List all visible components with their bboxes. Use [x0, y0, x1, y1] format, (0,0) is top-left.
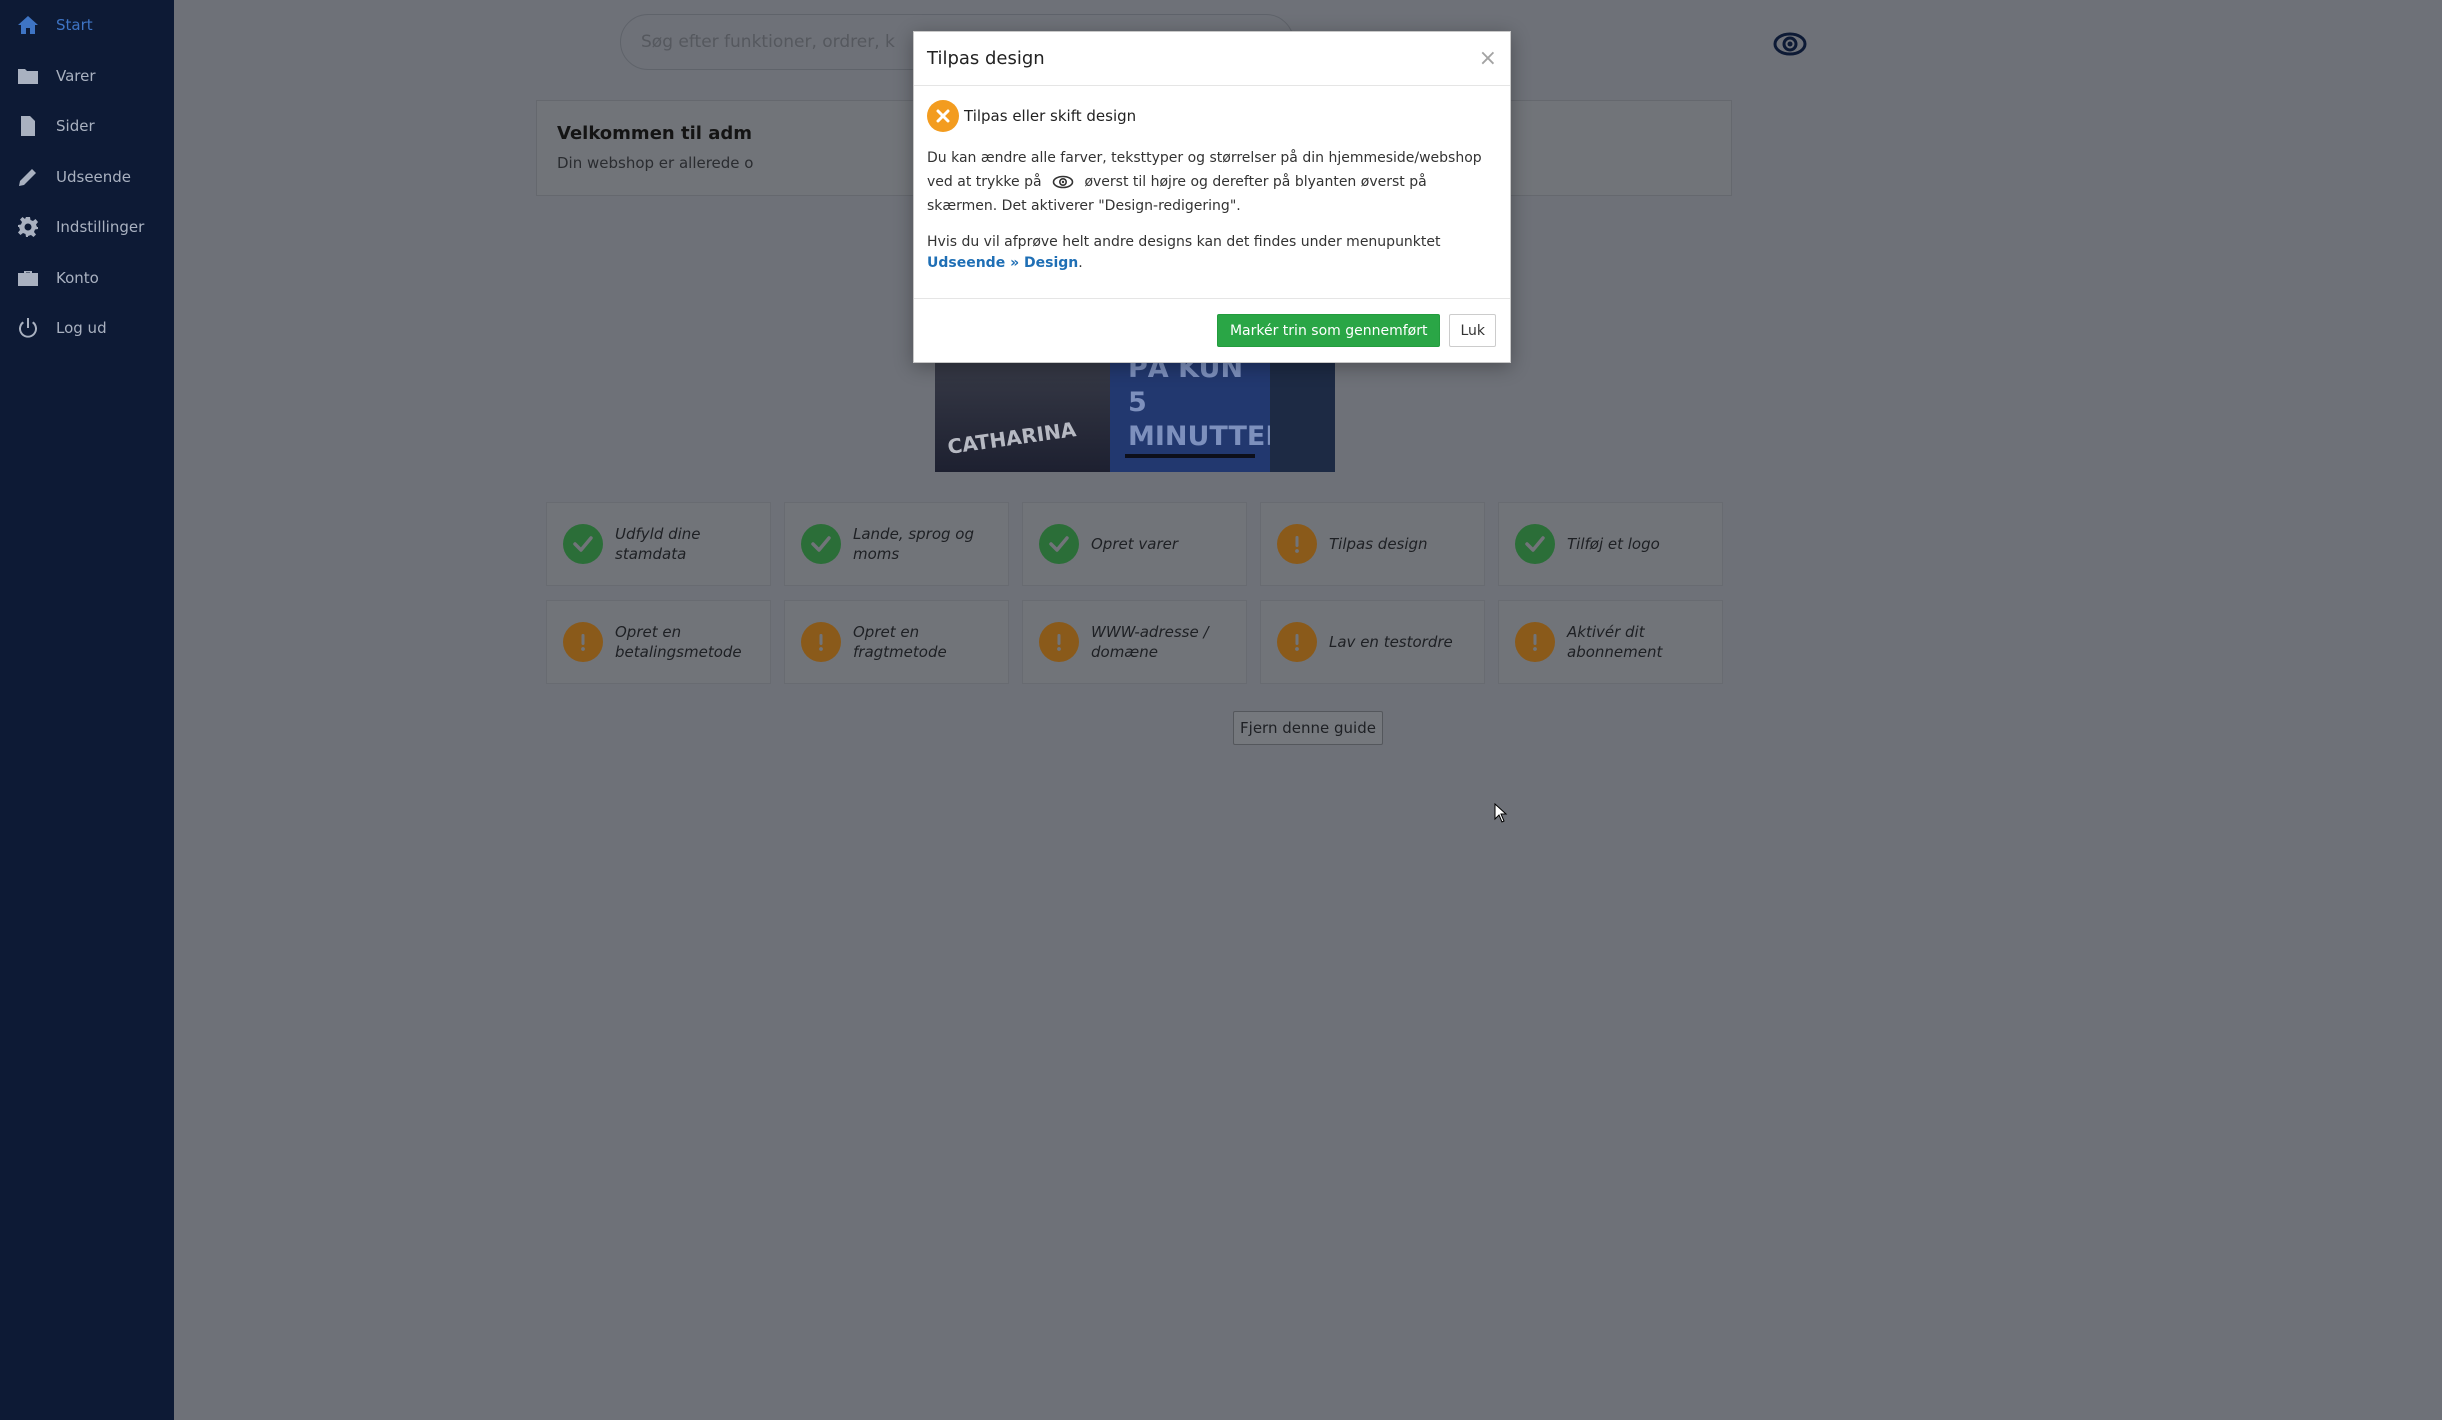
guide-step[interactable]: Lav en testordre: [1260, 600, 1485, 684]
exclamation-icon: [1277, 524, 1317, 564]
tilpas-design-dialog: Tilpas design × Tilpas eller skift desig…: [913, 31, 1511, 363]
remove-guide-button[interactable]: Fjern denne guide: [1233, 711, 1383, 745]
sidebar-item-label: Sider: [56, 117, 95, 136]
sidebar: Start Varer Sider Udseende Indstillinger Kont…: [0, 0, 174, 1420]
guide-step[interactable]: Aktivér dit abonnement: [1498, 600, 1723, 684]
guide-step[interactable]: WWW-adresse / domæne: [1022, 600, 1247, 684]
checkmark-icon: [1515, 524, 1555, 564]
design-menu-link[interactable]: Udseende » Design: [927, 255, 1078, 271]
search-placeholder: Søg efter funktioner, ordrer, k: [641, 32, 895, 52]
exclamation-icon: [1277, 622, 1317, 662]
eye-icon: [1052, 175, 1074, 189]
briefcase-icon: [16, 266, 40, 290]
modal-header: Tilpas design ×: [914, 32, 1510, 86]
sidebar-item-label: Start: [56, 16, 93, 35]
close-button[interactable]: Luk: [1449, 314, 1496, 347]
modal-title: Tilpas design: [927, 48, 1045, 69]
guide-step-label: Udfyld dine stamdata: [615, 525, 701, 563]
sidebar-item-label: Indstillinger: [56, 218, 145, 237]
sidebar-item-udseende[interactable]: Udseende: [0, 152, 174, 203]
design-hint-text: Hvis du vil afprøve helt andre designs k…: [927, 234, 1441, 250]
home-icon: [16, 13, 40, 37]
folder-icon: [16, 64, 40, 88]
checkmark-icon: [563, 524, 603, 564]
video-name-caption: CATHARINA: [945, 417, 1078, 459]
guide-step-label: Lande, sprog og moms: [853, 525, 975, 563]
mouse-cursor-icon: [1494, 803, 1508, 823]
sidebar-item-label: Udseende: [56, 167, 132, 186]
pencil-icon: [16, 165, 40, 189]
eye-icon[interactable]: [1772, 30, 1808, 58]
instructions-paragraph: Du kan ændre alle farver, teksttyper og …: [927, 146, 1497, 218]
sidebar-item-label: Log ud: [56, 319, 107, 338]
file-icon: [16, 114, 40, 138]
checkmark-icon: [1039, 524, 1079, 564]
guide-step-label: Lav en testordre: [1329, 633, 1453, 651]
design-hint-paragraph: Hvis du vil afprøve helt andre designs k…: [927, 232, 1497, 274]
close-icon[interactable]: ×: [1479, 47, 1497, 70]
guide-step-label: Opret en betalingsmetode: [615, 623, 742, 661]
sidebar-item-indstillinger[interactable]: Indstillinger: [0, 202, 174, 253]
sidebar-item-start[interactable]: Start: [0, 0, 174, 51]
design-hint-end: .: [1078, 255, 1083, 271]
guide-step[interactable]: Opret en betalingsmetode: [546, 600, 771, 684]
exclamation-icon: [801, 622, 841, 662]
gear-icon: [16, 215, 40, 239]
guide-step-label: Tilføj et logo: [1567, 535, 1660, 553]
guide-step[interactable]: Udfyld dine stamdata: [546, 502, 771, 586]
status-text: Tilpas eller skift design: [964, 107, 1137, 125]
guide-step-label: Opret en fragtmetode: [853, 623, 947, 661]
guide-step[interactable]: Opret en fragtmetode: [784, 600, 1009, 684]
exclamation-icon: [563, 622, 603, 662]
video-progress-bar: [1125, 454, 1255, 458]
sidebar-item-varer[interactable]: Varer: [0, 51, 174, 102]
exclamation-icon: [1039, 622, 1079, 662]
modal-footer: Markér trin som gennemført Luk: [914, 298, 1510, 362]
sidebar-item-label: Konto: [56, 268, 99, 287]
checkmark-icon: [801, 524, 841, 564]
mark-step-complete-button[interactable]: Markér trin som gennemført: [1216, 314, 1441, 347]
guide-step-label: Tilpas design: [1329, 535, 1428, 553]
guide-step[interactable]: Tilpas design: [1260, 502, 1485, 586]
sidebar-item-label: Varer: [56, 66, 96, 85]
guide-step-label: Aktivér dit abonnement: [1567, 623, 1663, 661]
power-icon: [16, 316, 40, 340]
guide-step-label: Opret varer: [1091, 535, 1179, 553]
guide-step-label: WWW-adresse / domæne: [1091, 623, 1209, 661]
step-status: Tilpas eller skift design: [927, 100, 1497, 132]
sidebar-item-sider[interactable]: Sider: [0, 101, 174, 152]
sidebar-item-konto[interactable]: Konto: [0, 253, 174, 304]
sidebar-item-log-ud[interactable]: Log ud: [0, 303, 174, 354]
incomplete-icon: [927, 100, 959, 132]
guide-step[interactable]: Lande, sprog og moms: [784, 502, 1009, 586]
guide-step[interactable]: Tilføj et logo: [1498, 502, 1723, 586]
guide-step[interactable]: Opret varer: [1022, 502, 1247, 586]
modal-body: Tilpas eller skift design Du kan ændre a…: [914, 86, 1510, 274]
exclamation-icon: [1515, 622, 1555, 662]
